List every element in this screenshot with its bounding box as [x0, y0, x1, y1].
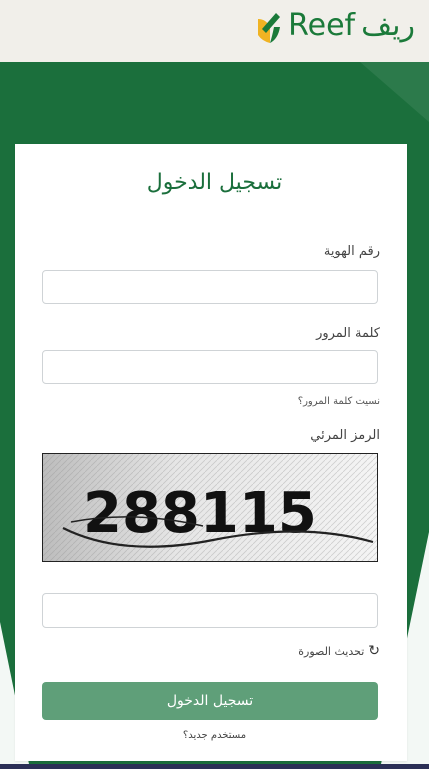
captcha-image: 288115 — [42, 453, 378, 562]
bottom-bar — [0, 764, 429, 769]
refresh-captcha-link[interactable]: ↻ تحديث الصورة — [298, 643, 380, 659]
reef-leaf-logo-icon — [252, 9, 282, 43]
top-header: Reef ريف — [0, 0, 429, 62]
page-title: تسجيل الدخول — [146, 170, 283, 195]
reef-logo[interactable]: Reef ريف — [252, 6, 415, 46]
password-input[interactable] — [42, 350, 378, 384]
captcha-input[interactable] — [42, 593, 378, 628]
logo-text-ar: ريف — [361, 8, 415, 43]
captcha-code: 288115 — [83, 481, 317, 546]
login-button[interactable]: تسجيل الدخول — [42, 682, 378, 720]
logo-text-en: Reef — [288, 8, 356, 43]
refresh-icon: ↻ — [368, 643, 380, 659]
new-user-link[interactable]: مستخدم جديد؟ — [0, 730, 429, 741]
captcha-label: الرمز المرئي — [310, 428, 380, 443]
id-input[interactable] — [42, 270, 378, 304]
refresh-label: تحديث الصورة — [298, 644, 365, 658]
forgot-password-link[interactable]: نسيت كلمة المرور؟ — [298, 396, 380, 407]
id-label: رقم الهوية — [323, 244, 380, 259]
password-label: كلمة المرور — [316, 326, 380, 341]
